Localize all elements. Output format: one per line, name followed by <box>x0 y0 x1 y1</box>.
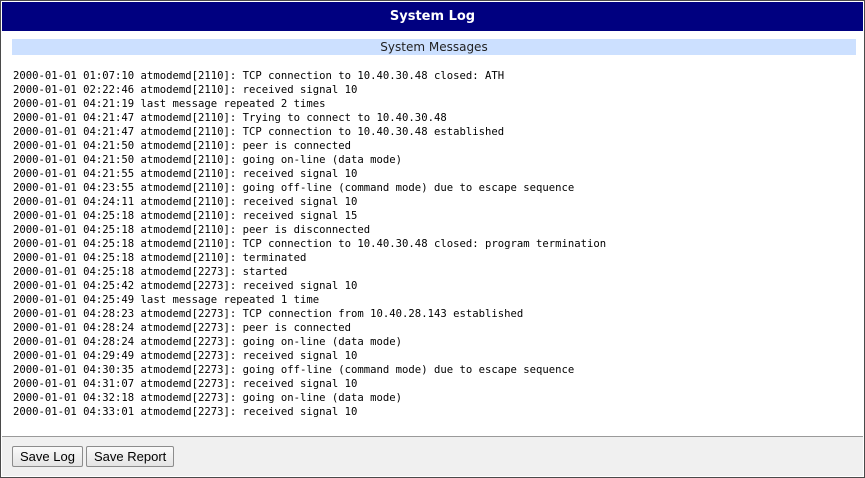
log-line: 2000-01-01 04:25:18 atmodemd[2110]: TCP … <box>13 238 607 250</box>
log-line: 2000-01-01 04:31:07 atmodemd[2273]: rece… <box>13 378 358 390</box>
log-line: 2000-01-01 01:07:10 atmodemd[2110]: TCP … <box>13 70 505 82</box>
log-line: 2000-01-01 04:21:47 atmodemd[2110]: Tryi… <box>13 112 447 124</box>
log-line: 2000-01-01 04:21:50 atmodemd[2110]: goin… <box>13 154 403 166</box>
log-line: 2000-01-01 04:28:24 atmodemd[2273]: peer… <box>13 322 352 334</box>
log-line: 2000-01-01 04:25:18 atmodemd[2110]: term… <box>13 252 307 264</box>
button-bar: Save Log Save Report <box>2 437 863 476</box>
system-log-window: System Log System Messages 2000-01-01 01… <box>0 0 865 478</box>
log-line: 2000-01-01 04:25:18 atmodemd[2273]: star… <box>13 266 288 278</box>
log-line: 2000-01-01 04:21:47 atmodemd[2110]: TCP … <box>13 126 505 138</box>
section-header-system-messages: System Messages <box>12 39 856 55</box>
log-line: 2000-01-01 04:32:18 atmodemd[2273]: goin… <box>13 392 403 404</box>
save-log-button[interactable]: Save Log <box>12 446 83 467</box>
log-content-area: System Messages 2000-01-01 01:07:10 atmo… <box>2 31 863 436</box>
log-line: 2000-01-01 04:21:19 last message repeate… <box>13 98 326 110</box>
window-title: System Log <box>2 2 863 31</box>
log-line: 2000-01-01 04:25:18 atmodemd[2110]: peer… <box>13 224 371 236</box>
log-line: 2000-01-01 04:25:49 last message repeate… <box>13 294 320 306</box>
log-line: 2000-01-01 04:25:18 atmodemd[2110]: rece… <box>13 210 358 222</box>
log-line: 2000-01-01 04:33:01 atmodemd[2273]: rece… <box>13 406 358 418</box>
system-log-output[interactable]: 2000-01-01 01:07:10 atmodemd[2110]: TCP … <box>13 69 855 419</box>
log-line: 2000-01-01 04:23:55 atmodemd[2110]: goin… <box>13 182 575 194</box>
log-line: 2000-01-01 04:28:23 atmodemd[2273]: TCP … <box>13 308 524 320</box>
log-line: 2000-01-01 04:25:42 atmodemd[2273]: rece… <box>13 280 358 292</box>
log-line: 2000-01-01 04:30:35 atmodemd[2273]: goin… <box>13 364 575 376</box>
log-line: 2000-01-01 02:22:46 atmodemd[2110]: rece… <box>13 84 358 96</box>
log-line: 2000-01-01 04:21:55 atmodemd[2110]: rece… <box>13 168 358 180</box>
save-report-button[interactable]: Save Report <box>86 446 175 467</box>
log-line: 2000-01-01 04:29:49 atmodemd[2273]: rece… <box>13 350 358 362</box>
log-line: 2000-01-01 04:21:50 atmodemd[2110]: peer… <box>13 140 352 152</box>
log-line: 2000-01-01 04:28:24 atmodemd[2273]: goin… <box>13 336 403 348</box>
log-line: 2000-01-01 04:24:11 atmodemd[2110]: rece… <box>13 196 358 208</box>
